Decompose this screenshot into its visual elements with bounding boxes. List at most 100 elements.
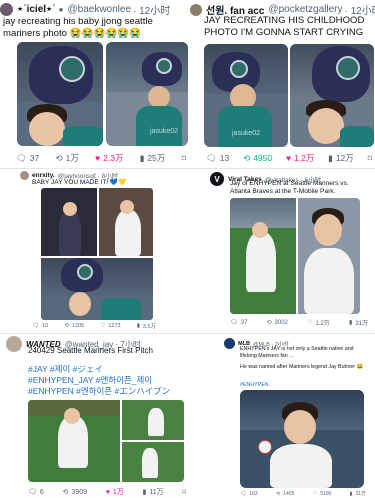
post-card-enrxity[interactable]: enrxity. @jayhoonsgf · 8小时 BABY JAY YOU … — [20, 170, 160, 332]
like-button[interactable]: ♥ 2.3万 — [95, 152, 123, 164]
reply-icon: 🗨 — [240, 490, 247, 497]
like-button[interactable]: ♡ 5100 — [313, 491, 332, 497]
reply-button[interactable]: 🗨 37 — [16, 153, 39, 164]
post-text: ENHYPEN's JAY is not only a Seattle nati… — [240, 346, 354, 359]
post-card-mlb[interactable]: MLB @MLB · 2小时 ENHYPEN's JAY is not only… — [224, 336, 372, 500]
bookmark-button[interactable]: ⌑ — [182, 153, 186, 164]
repost-button[interactable]: ⟲ 1205 — [64, 323, 84, 329]
baseball — [258, 440, 272, 454]
handle[interactable]: @baekwonlee — [67, 4, 131, 15]
heart-icon: ♥ — [95, 153, 101, 163]
views-icon: ▮ — [328, 152, 333, 163]
post-card-iciel[interactable]: ⋆˙iciel⋆˙ ● @baekwonlee · 12小时 jay recre… — [0, 0, 190, 170]
bookmark-icon: ⌑ — [182, 489, 186, 496]
views-button[interactable]: ▮ 25万 — [140, 152, 166, 164]
post-photo-left[interactable] — [17, 42, 103, 146]
post-photo-top-right[interactable] — [122, 400, 184, 440]
handle[interactable]: @pocketzgallery — [268, 4, 342, 15]
post-text: jay recreating his baby jjong seattle ma… — [3, 16, 153, 39]
avatar[interactable] — [190, 3, 202, 16]
like-button[interactable]: ♥ 1万 — [106, 487, 124, 497]
heart-icon: ♡ — [307, 320, 313, 326]
viral-takes-logo: V — [214, 174, 220, 184]
action-bar: 🗨 163 ⟲ 1405 ♡ 5100 ▮ 31万 — [240, 490, 366, 498]
reply-button[interactable]: 🗨 10 — [32, 323, 48, 329]
reply-button[interactable]: 🗨 13 — [206, 153, 229, 164]
views-button[interactable]: ▮ 3.5万 — [137, 322, 156, 330]
like-button[interactable]: ♡ 1.2万 — [307, 318, 330, 327]
post-photo-right[interactable] — [298, 198, 360, 314]
views-button[interactable]: ▮ 31万 — [349, 490, 366, 498]
repost-icon: ⟲ — [243, 152, 251, 163]
watermark: jasuke02 — [150, 128, 179, 135]
bookmark-button[interactable]: ⌑ — [182, 488, 186, 496]
post-text: BABY JAY YOU MADE IT! 💙💛 — [32, 179, 127, 186]
avatar[interactable]: V — [210, 172, 224, 186]
like-button[interactable]: ♥ 1.2万 — [286, 152, 314, 164]
repost-button[interactable]: ⟲ 1405 — [276, 491, 294, 497]
post-photo-right[interactable]: jasuke02 — [106, 42, 188, 146]
repost-button[interactable]: ⟲ 3002 — [266, 319, 288, 327]
post-photo-bottom-right[interactable] — [122, 442, 184, 482]
post-photo-right[interactable] — [290, 44, 374, 147]
heart-icon: ♥ — [105, 488, 110, 496]
views-icon: ▮ — [142, 489, 147, 496]
hashtags-line-2[interactable]: #ENHYPEN_JAY #엔하이픈_제이 — [28, 375, 188, 386]
player-white-uniform — [246, 232, 276, 292]
repost-icon: ⟲ — [266, 320, 272, 326]
repost-button[interactable]: ⟲ 3909 — [62, 488, 87, 497]
like-button[interactable]: ♡ 1273 — [100, 323, 120, 329]
bookmark-icon: ⌑ — [367, 152, 372, 163]
heart-icon: ♡ — [312, 490, 318, 497]
reply-icon: 🗨 — [230, 320, 238, 326]
repost-icon: ⟲ — [55, 152, 63, 163]
reply-icon: 🗨 — [32, 323, 39, 329]
hashtags-line-3[interactable]: #ENHYPEN #엔하이픈 #エンハイプン — [28, 386, 188, 397]
display-name[interactable]: ⋆˙iciel⋆˙ — [17, 4, 56, 15]
views-button[interactable]: ▮ 11万 — [143, 487, 164, 497]
mariners-sign — [29, 46, 93, 104]
reply-icon: 🗨 — [206, 152, 217, 163]
post-photo-left[interactable]: jasuke02 — [204, 44, 288, 147]
post-photo[interactable] — [240, 390, 364, 488]
reply-icon: 🗨 — [28, 489, 37, 496]
repost-icon: ⟲ — [62, 489, 69, 496]
repost-icon: ⟲ — [276, 490, 281, 497]
action-bar: 🗨 10 ⟲ 1205 ♡ 1273 ▮ 3.5万 — [32, 322, 156, 330]
repost-button[interactable]: ⟲ 4950 — [243, 153, 272, 164]
post-text: 240429 Seattle Mariners First Pitch — [28, 346, 153, 355]
child-face — [29, 112, 65, 146]
post-card-viraltakes[interactable]: V Viral Takes @viraltakes · 6小时 Jay of E… — [210, 170, 370, 330]
hashtag[interactable]: #ENHYPEN — [240, 382, 320, 389]
views-icon: ▮ — [136, 323, 140, 329]
post-photo-top-right[interactable] — [99, 188, 153, 256]
reply-button[interactable]: 🗨 163 — [240, 491, 258, 497]
reply-icon: 🗨 — [16, 152, 27, 163]
post-photo-main[interactable] — [28, 400, 120, 482]
post-photo-left[interactable] — [230, 198, 296, 314]
avatar[interactable] — [6, 336, 22, 352]
views-button[interactable]: ▮ 31万 — [349, 318, 368, 327]
action-bar: 🗨 37 ⟲ 1万 ♥ 2.3万 ▮ 25万 ⌑ — [16, 152, 186, 164]
bookmark-button[interactable]: ⌑ — [368, 153, 372, 164]
timestamp[interactable]: · 12小时 — [133, 2, 170, 17]
avatar[interactable] — [224, 338, 235, 349]
views-icon: ▮ — [349, 490, 353, 497]
heart-icon: ♥ — [285, 153, 291, 163]
reply-button[interactable]: 🗨 37 — [230, 319, 247, 327]
views-button[interactable]: ▮ 12万 — [328, 152, 354, 164]
post-card-pocketzgallery[interactable]: 선원. fan acc @pocketzgallery · 12小时 JAY R… — [190, 0, 375, 170]
avatar[interactable] — [20, 170, 29, 180]
display-name[interactable]: enrxity. — [32, 172, 55, 179]
post-photo-bottom[interactable] — [41, 258, 153, 320]
views-icon: ▮ — [349, 320, 353, 326]
hashtags-line-1[interactable]: #JAY #제이 #ジェイ — [28, 364, 188, 375]
post-text: JAY RECREATING HIS CHILDHOOD PHOTO I'M G… — [204, 15, 365, 38]
reply-button[interactable]: 🗨 6 — [28, 488, 44, 497]
verified-icon: ● — [58, 5, 64, 14]
post-photo-top-left[interactable] — [41, 188, 97, 256]
post-card-wanted-jay[interactable]: WANTED @wanted_jay · 7小时 240429 Seattle … — [0, 336, 190, 500]
repost-button[interactable]: ⟲ 1万 — [56, 152, 79, 164]
action-bar: 🗨 13 ⟲ 4950 ♥ 1.2万 ▮ 12万 ⌑ — [206, 152, 372, 164]
avatar[interactable] — [0, 3, 13, 16]
